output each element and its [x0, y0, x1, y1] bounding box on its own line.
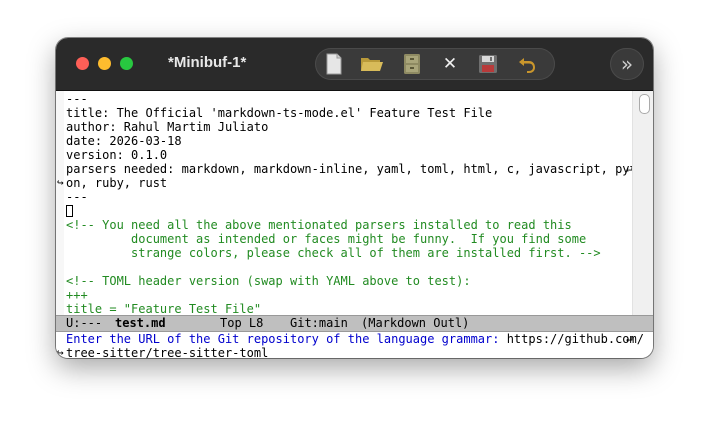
buffer-line[interactable]: on, ruby, rust — [66, 176, 632, 190]
minibuffer-line-2: tree-sitter/tree-sitter-toml — [66, 346, 268, 358]
undo-button[interactable] — [515, 52, 541, 76]
zoom-window-button[interactable] — [120, 57, 133, 70]
buffer-line[interactable]: parsers needed: markdown, markdown-inlin… — [66, 162, 651, 176]
buffer-line[interactable]: date: 2026-03-18 — [66, 134, 632, 148]
buffer-line[interactable]: --- — [66, 92, 632, 106]
emacs-window: *Minibuf-1* ✕ » --- title: The Official … — [56, 38, 653, 358]
minimize-window-button[interactable] — [98, 57, 111, 70]
wrap-continuation-icon: ↵ — [626, 332, 633, 345]
chevron-double-right-icon: » — [620, 52, 634, 76]
toolbar: ✕ — [315, 48, 555, 80]
close-x-icon: ✕ — [442, 54, 458, 74]
minibuffer[interactable]: Enter the URL of the Git repository of t… — [56, 332, 653, 358]
wrap-continuation-icon: ↪ — [57, 346, 64, 358]
modeline-status: U:--- — [66, 316, 103, 330]
dired-button[interactable] — [399, 52, 425, 76]
minibuffer-line-1: Enter the URL of the Git repository of t… — [66, 332, 644, 346]
minibuffer-input[interactable]: https://github.com/ — [507, 332, 644, 346]
wrap-continuation-icon: ↪ — [57, 176, 64, 189]
mode-line[interactable]: U:--- test.md Top L8 Git:main (Markdown … — [56, 315, 653, 332]
modeline-position: Top L8 — [220, 316, 264, 330]
buffer-line[interactable]: --- — [66, 190, 632, 204]
minibuffer-prompt: Enter the URL of the Git repository of t… — [66, 332, 507, 346]
buffer-line[interactable]: strange colors, please check all of them… — [66, 246, 632, 260]
kill-buffer-button[interactable]: ✕ — [437, 52, 463, 76]
new-file-icon — [325, 53, 343, 75]
toolbar-overflow-button[interactable]: » — [610, 48, 644, 80]
title-bar: *Minibuf-1* ✕ » — [56, 38, 653, 91]
minibuffer-input-continued[interactable]: tree-sitter/tree-sitter-toml — [66, 346, 268, 358]
file-cabinet-icon — [403, 53, 421, 75]
vertical-scrollbar[interactable] — [632, 91, 653, 315]
buffer-line[interactable]: document as intended or faces might be f… — [66, 232, 632, 246]
new-file-button[interactable] — [321, 52, 347, 76]
modeline-buffer-name[interactable]: test.md — [115, 316, 166, 331]
editor-buffer[interactable]: --- title: The Official 'markdown-ts-mode… — [56, 91, 653, 316]
buffer-line[interactable]: <!-- TOML header version (swap with YAML… — [66, 274, 632, 288]
text-cursor — [66, 205, 73, 217]
buffer-line[interactable]: <!-- You need all the above mentionated … — [66, 218, 632, 232]
buffer-line[interactable]: +++ — [66, 288, 632, 302]
buffer-line[interactable]: title: The Official 'markdown-ts-mode.el… — [66, 106, 632, 120]
buffer-line[interactable]: title = "Feature Test File" — [66, 302, 632, 316]
modeline-vc[interactable]: Git:main — [290, 316, 348, 331]
buffer-line[interactable]: author: Rahul Martim Juliato — [66, 120, 632, 134]
buffer-line[interactable]: version: 0.1.0 — [66, 148, 632, 162]
undo-icon — [518, 54, 538, 74]
close-window-button[interactable] — [76, 57, 89, 70]
modeline-major-mode[interactable]: (Markdown Outl) — [361, 316, 469, 331]
left-fringe — [56, 91, 64, 315]
open-folder-icon — [360, 54, 384, 74]
buffer-line[interactable] — [66, 204, 632, 218]
scrollbar-thumb[interactable] — [639, 94, 650, 114]
save-disk-icon — [478, 54, 498, 74]
window-title: *Minibuf-1* — [168, 54, 247, 71]
save-button[interactable] — [475, 52, 501, 76]
buffer-line[interactable] — [66, 260, 632, 274]
open-file-button[interactable] — [359, 52, 385, 76]
buffer-text[interactable]: --- title: The Official 'markdown-ts-mode… — [66, 92, 651, 316]
